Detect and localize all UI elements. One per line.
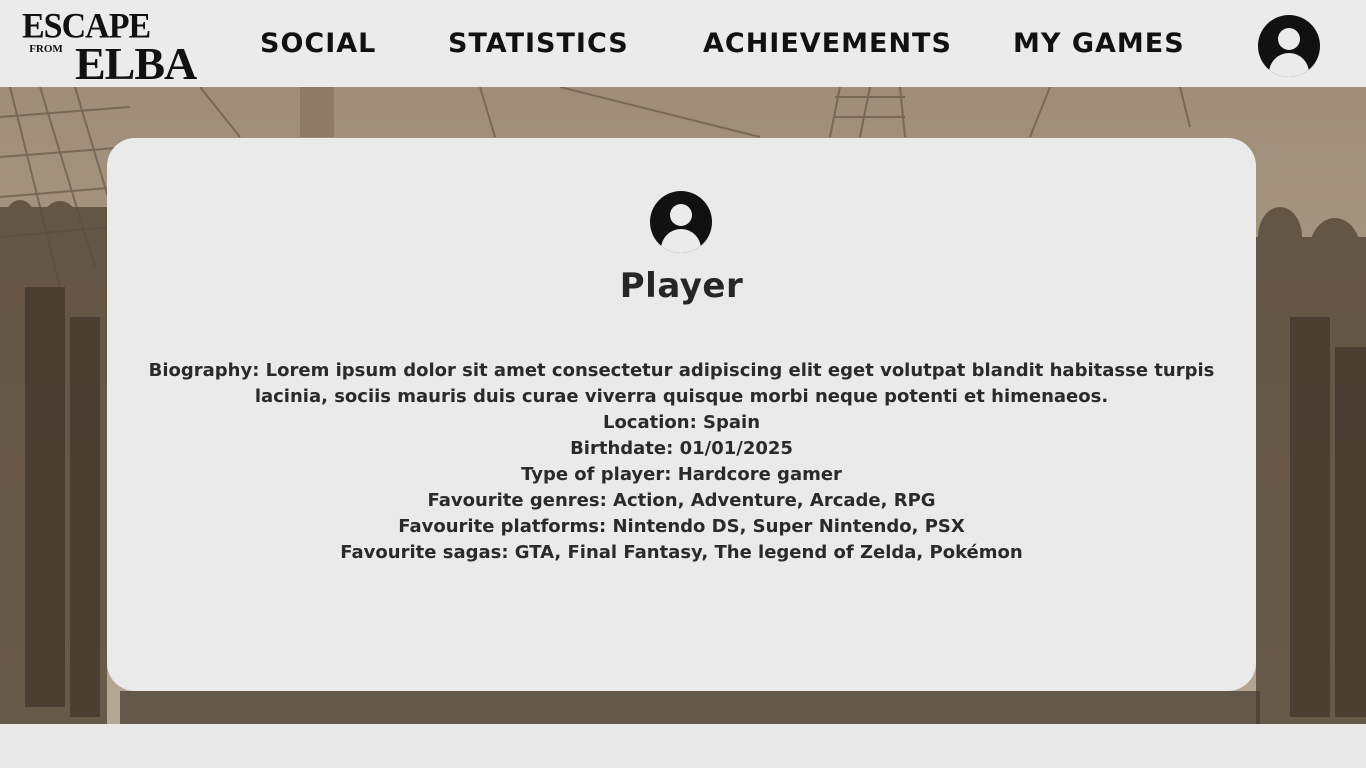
page-footer-area [0, 724, 1366, 768]
user-circle-icon[interactable] [1258, 15, 1320, 77]
top-navigation-bar: ESCAPE FROM ELBA SOCIAL STATISTICS ACHIE… [0, 0, 1366, 87]
avatar-body [1269, 53, 1309, 77]
birthdate-text: Birthdate: 01/01/2025 [570, 438, 793, 459]
avatar-head [670, 204, 692, 226]
location-text: Location: Spain [602, 412, 761, 433]
logo-line-elba: ELBA [75, 38, 197, 89]
favourite-sagas-text: Favourite sagas: GTA, Final Fantasy, The… [340, 542, 1023, 563]
profile-details: Biography: Lorem ipsum dolor sit amet co… [127, 358, 1236, 566]
avatar-head [1278, 28, 1300, 50]
escape-from-elba-logo[interactable]: ESCAPE FROM ELBA [20, 9, 248, 89]
favourite-genres-text: Favourite genres: Action, Adventure, Arc… [427, 490, 936, 511]
nav-achievements[interactable]: ACHIEVEMENTS [703, 26, 952, 62]
favourite-platforms-text: Favourite platforms: Nintendo DS, Super … [398, 516, 965, 537]
player-name: Player [619, 266, 744, 306]
player-type-text: Type of player: Hardcore gamer [521, 464, 842, 485]
avatar-body [661, 229, 701, 253]
nav-social[interactable]: SOCIAL [260, 26, 376, 62]
user-circle-icon [650, 191, 712, 253]
nav-my-games[interactable]: MY GAMES [1013, 26, 1185, 62]
biography-text: Biography: Lorem ipsum dolor sit amet co… [148, 360, 1215, 407]
nav-statistics[interactable]: STATISTICS [448, 26, 629, 62]
profile-card: Player Biography: Lorem ipsum dolor sit … [107, 138, 1256, 691]
logo-line-from: FROM [29, 43, 63, 55]
